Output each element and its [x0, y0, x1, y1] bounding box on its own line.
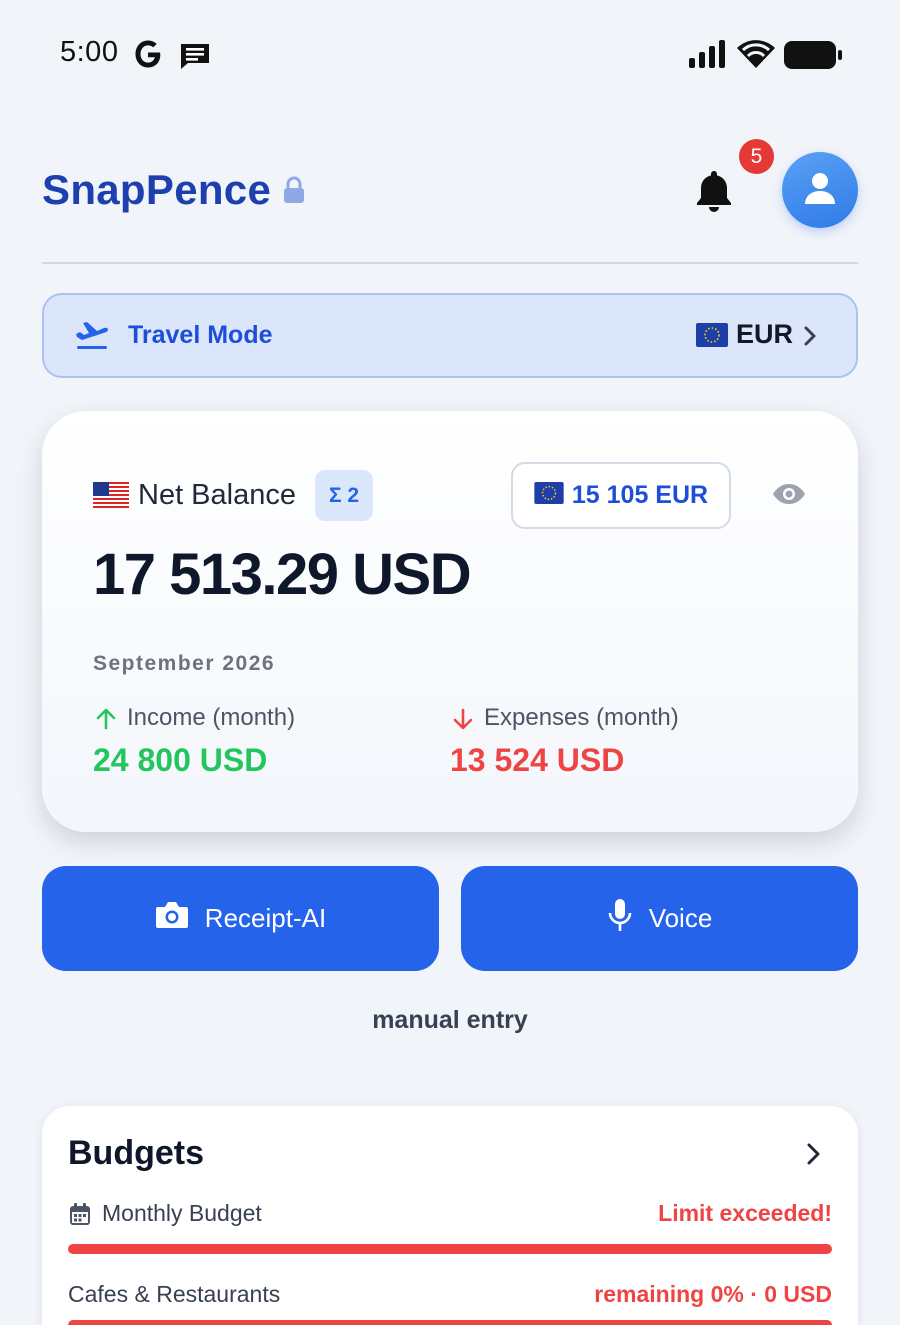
microphone-icon	[607, 898, 633, 939]
arrow-up-icon	[95, 708, 117, 735]
eye-icon[interactable]	[772, 483, 806, 510]
travel-mode-bar[interactable]: Travel Mode EUR	[42, 293, 858, 378]
travel-currency: EUR	[736, 319, 794, 349]
chevron-right-icon	[802, 325, 818, 352]
receipt-ai-button[interactable]: Receipt-AI	[42, 866, 439, 971]
user-icon	[804, 171, 836, 210]
budget-progress-bar	[68, 1244, 832, 1254]
chevron-right-icon[interactable]	[804, 1142, 822, 1171]
calendar-icon	[69, 1202, 91, 1231]
us-flag-icon	[93, 482, 129, 513]
bell-icon[interactable]	[694, 168, 734, 219]
budget-item-status: Limit exceeded!	[658, 1200, 832, 1226]
net-balance-amount: 17 513.29 USD	[93, 542, 472, 607]
budget-item-label: Cafes & Restaurants	[68, 1281, 281, 1307]
avatar[interactable]	[782, 152, 858, 228]
travel-mode-label: Travel Mode	[128, 321, 273, 349]
income-label: Income (month)	[127, 704, 296, 731]
voice-button[interactable]: Voice	[461, 866, 858, 971]
budget-progress-bar	[68, 1320, 832, 1325]
status-bar: 5:00	[0, 0, 900, 110]
message-icon	[180, 42, 210, 75]
manual-entry-link[interactable]: manual entry	[0, 1006, 900, 1035]
airplane-icon	[74, 320, 110, 357]
income-value: 24 800 USD	[93, 742, 268, 778]
screen: 5:00 SnapPence 5 Travel Mode EUR Net Bal…	[0, 0, 900, 1325]
camera-icon	[155, 900, 189, 937]
budget-item-status: remaining 0% · 0 USD	[594, 1281, 832, 1307]
eu-flag-icon	[696, 323, 728, 352]
expenses-value: 13 524 USD	[450, 742, 625, 778]
budgets-card[interactable]: Budgets Monthly Budget Limit exceeded! C…	[42, 1106, 858, 1325]
wifi-icon	[737, 38, 775, 73]
arrow-down-icon	[452, 708, 474, 735]
budget-item-label: Monthly Budget	[102, 1200, 262, 1226]
battery-icon	[784, 40, 842, 75]
expenses-label: Expenses (month)	[484, 704, 679, 731]
converted-balance-value: 15 105 EUR	[571, 481, 709, 509]
lock-icon	[282, 176, 306, 209]
converted-balance-pill[interactable]: 15 105 EUR	[511, 462, 731, 529]
accounts-count-chip[interactable]: Σ 2	[315, 470, 373, 521]
status-time: 5:00	[60, 36, 119, 68]
app-title: SnapPence	[42, 166, 272, 213]
balance-card: Net Balance Σ 2 15 105 EUR 17 513.29 USD…	[42, 411, 858, 832]
header-divider	[42, 262, 858, 264]
voice-label: Voice	[648, 903, 713, 933]
notification-badge[interactable]: 5	[739, 139, 774, 174]
eu-flag-icon	[534, 482, 564, 509]
balance-month: September 2026	[93, 652, 276, 675]
receipt-ai-label: Receipt-AI	[204, 903, 327, 933]
google-icon	[133, 38, 163, 75]
signal-icon	[688, 40, 728, 73]
budgets-title: Budgets	[68, 1134, 204, 1172]
net-balance-label: Net Balance	[138, 479, 296, 511]
